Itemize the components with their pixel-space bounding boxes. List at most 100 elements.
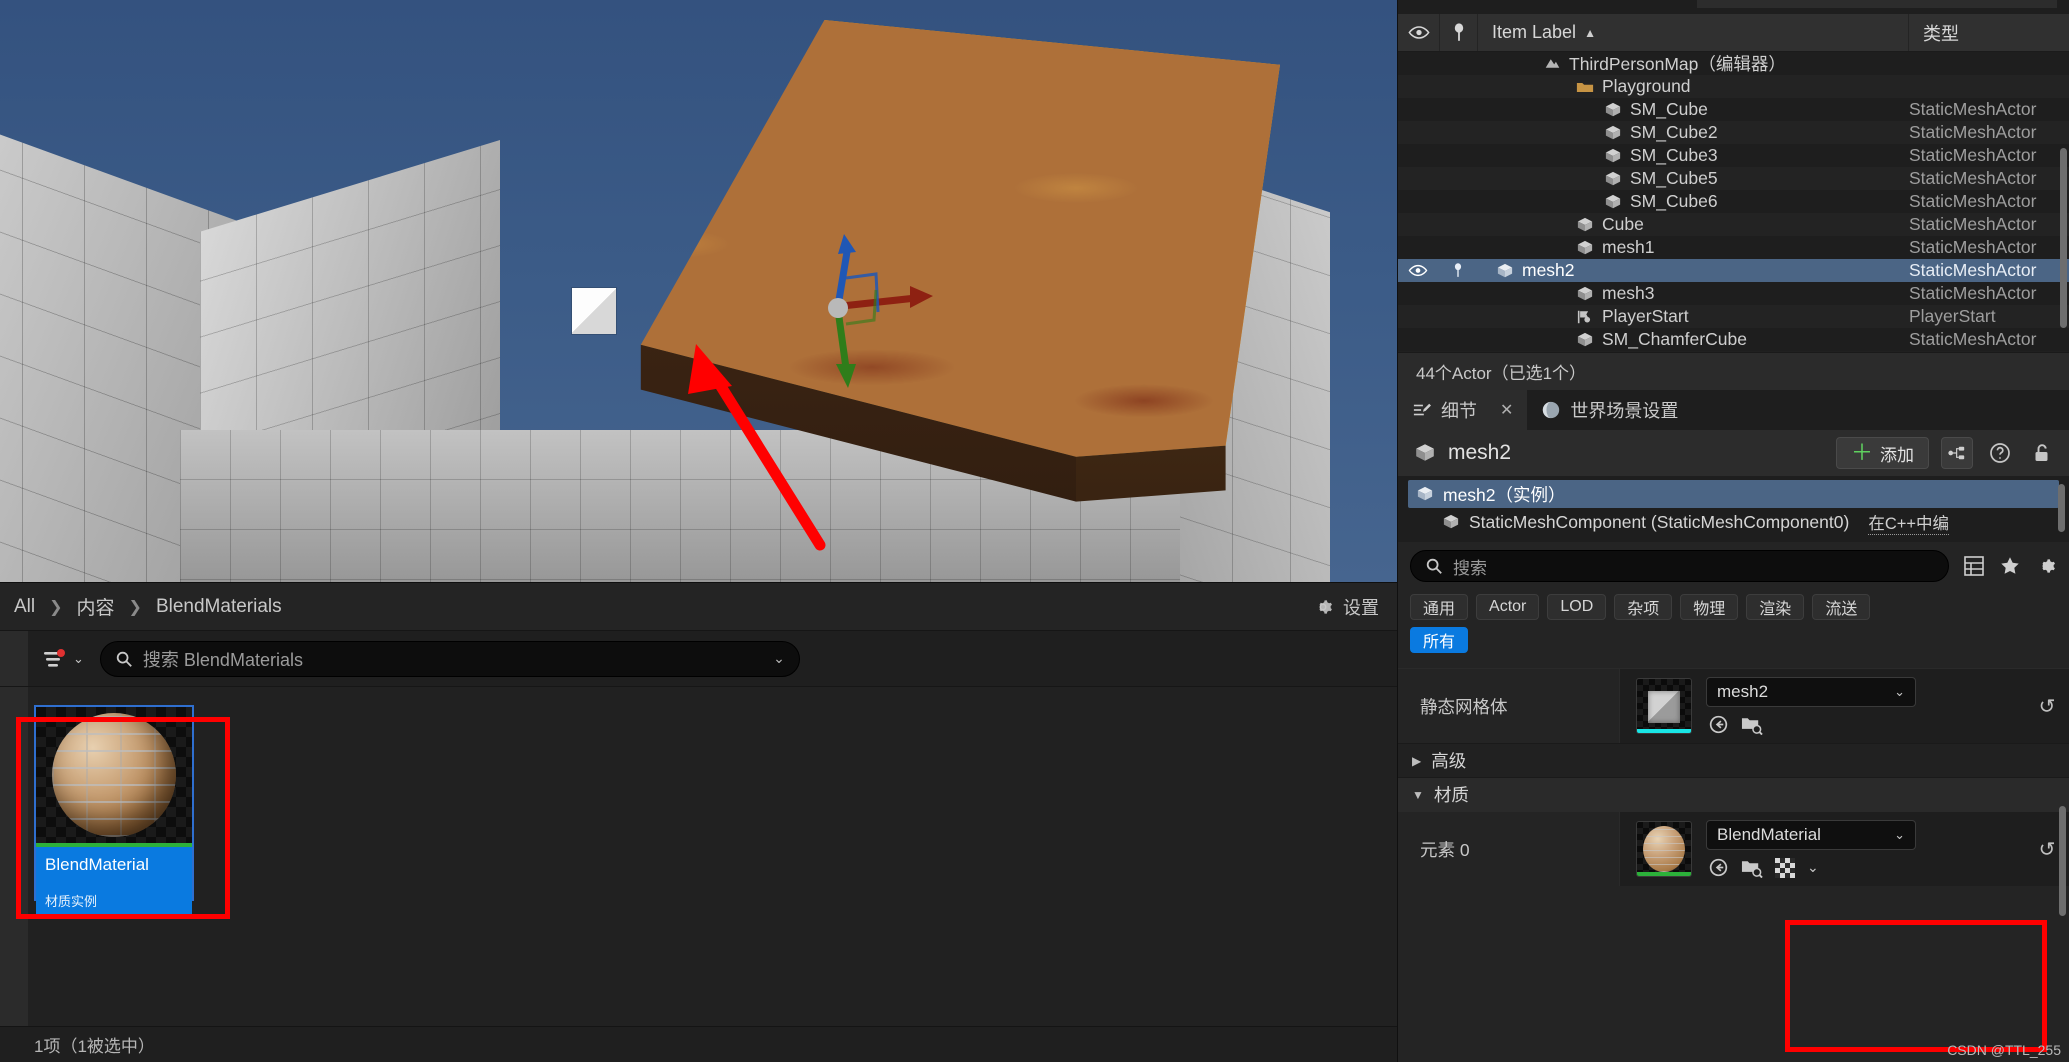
star-icon[interactable] — [1999, 555, 2021, 577]
details-search-input[interactable]: 搜索 — [1410, 550, 1949, 582]
outliner-row-mesh3[interactable]: mesh3 StaticMeshActor — [1398, 282, 2069, 305]
static-mesh-thumbnail[interactable] — [1636, 678, 1692, 734]
outliner-row-sm-chamfercube[interactable]: SM_ChamferCube StaticMeshActor — [1398, 328, 2069, 351]
row-label: SM_Cube3 — [1630, 145, 1718, 165]
filter-actor[interactable]: Actor — [1476, 594, 1540, 620]
component-row-label: mesh2（实例） — [1443, 484, 1566, 505]
outliner-row-sm-cube[interactable]: SM_Cube StaticMeshActor — [1398, 98, 2069, 121]
outliner-header-type[interactable]: 类型 — [1909, 14, 2069, 51]
tab-world-settings[interactable]: 世界场景设置 — [1527, 390, 1692, 430]
browse-icon[interactable] — [1708, 857, 1729, 878]
pin-icon[interactable] — [1440, 14, 1478, 51]
eye-icon[interactable] — [1398, 14, 1440, 51]
tab-details[interactable]: 细节 ✕ — [1398, 390, 1528, 430]
section-advanced[interactable]: ▶ 高级 — [1398, 743, 2069, 777]
blueprint-icon[interactable] — [1941, 437, 1973, 469]
asset-tile-blendmaterial[interactable]: BlendMaterial 材质实例 — [34, 705, 194, 918]
outliner-tab[interactable] — [1697, 0, 2057, 8]
material-asset-picker[interactable]: BlendMaterial ⌄ — [1706, 820, 1916, 850]
gear-icon[interactable] — [2035, 555, 2057, 577]
outliner-scrollbar[interactable] — [2060, 148, 2067, 328]
mesh-icon — [1442, 514, 1460, 530]
outliner-row-sm-cube6[interactable]: SM_Cube6 StaticMeshActor — [1398, 190, 2069, 213]
outliner-header-item-label[interactable]: Item Label ▲ — [1478, 14, 1909, 51]
breadcrumb-item-all[interactable]: All — [10, 596, 39, 618]
mesh-icon — [1414, 443, 1436, 463]
row-label: mesh3 — [1602, 283, 1655, 303]
details-component-tree[interactable]: mesh2（实例） StaticMeshComponent (StaticMes… — [1398, 476, 2069, 542]
find-in-browser-icon[interactable] — [1741, 715, 1763, 735]
unlock-icon[interactable] — [2027, 442, 2057, 464]
details-tab-bar: 细节 ✕ 世界场景设置 — [1398, 390, 2069, 430]
component-tree-scrollbar[interactable] — [2058, 484, 2065, 532]
filter-lod[interactable]: LOD — [1547, 594, 1607, 620]
static-mesh-icon-row — [1706, 714, 1916, 735]
row-type: StaticMeshActor — [1909, 122, 2037, 142]
outliner-row-sm-cube3[interactable]: SM_Cube3 StaticMeshActor — [1398, 144, 2069, 167]
breadcrumb-item-content[interactable]: 内容 — [73, 593, 119, 620]
section-materials[interactable]: ▼ 材质 — [1398, 777, 2069, 811]
thumbnail-status-bar — [1637, 729, 1691, 733]
property-value-static-mesh: mesh2 ⌄ — [1620, 669, 2025, 743]
close-icon[interactable]: ✕ — [1500, 400, 1513, 420]
component-row-label: StaticMeshComponent (StaticMeshComponent… — [1469, 511, 1850, 532]
level-viewport[interactable] — [0, 0, 1397, 582]
outliner-list[interactable]: ThirdPersonMap（编辑器） Playground SM_Cube S… — [1398, 52, 2069, 352]
filter-streaming[interactable]: 流送 — [1812, 594, 1871, 620]
checker-icon[interactable] — [1775, 857, 1795, 878]
browse-icon[interactable] — [1708, 714, 1729, 735]
details-object-name: mesh2 — [1448, 441, 1512, 464]
outliner-row-playerstart[interactable]: PlayerStart PlayerStart — [1398, 305, 2069, 328]
outliner-row-cube[interactable]: Cube StaticMeshActor — [1398, 213, 2069, 236]
find-in-browser-icon[interactable] — [1741, 858, 1763, 878]
outliner-row-thirdpersonmap[interactable]: ThirdPersonMap（编辑器） — [1398, 52, 2069, 75]
row-type: StaticMeshActor — [1909, 191, 2037, 211]
row-name: SM_Cube5 — [1478, 168, 1909, 189]
content-browser-asset-grid[interactable]: BlendMaterial 材质实例 — [0, 686, 1397, 1027]
filter-all[interactable]: 所有 — [1410, 627, 1469, 653]
chevron-down-icon[interactable]: ⌄ — [773, 650, 785, 667]
row-type: StaticMeshActor — [1909, 329, 2037, 349]
reset-to-default-button[interactable]: ↺ — [2025, 669, 2069, 743]
mesh-icon — [1576, 332, 1594, 348]
row-label: PlayerStart — [1602, 306, 1689, 326]
outliner-row-sm-cube2[interactable]: SM_Cube2 StaticMeshActor — [1398, 121, 2069, 144]
mesh-icon — [1576, 240, 1594, 256]
outliner-row-playground[interactable]: Playground — [1398, 75, 2069, 98]
outliner-row-mesh2[interactable]: mesh2 StaticMeshActor — [1398, 259, 2069, 282]
filter-button[interactable]: ⌄ — [42, 648, 84, 669]
content-browser-search-input[interactable]: 搜索 BlendMaterials ⌄ — [99, 640, 800, 677]
mesh-icon — [1576, 286, 1594, 302]
add-component-button[interactable]: ＋ 添加 — [1835, 437, 1929, 469]
static-mesh-value-column: mesh2 ⌄ — [1706, 677, 1916, 735]
pin-icon[interactable] — [1438, 262, 1478, 280]
filter-misc[interactable]: 杂项 — [1614, 594, 1673, 620]
content-browser-breadcrumb: All ❯ 内容 ❯ BlendMaterials 设置 — [0, 582, 1397, 630]
material-thumbnail[interactable] — [1636, 821, 1692, 877]
property-label-element-0: 元素 0 — [1398, 812, 1620, 886]
breadcrumb-item-blendmaterials[interactable]: BlendMaterials — [152, 596, 286, 618]
filter-physics[interactable]: 物理 — [1680, 594, 1739, 620]
chevron-down-icon: ▼ — [1412, 787, 1424, 802]
static-mesh-asset-picker[interactable]: mesh2 ⌄ — [1706, 677, 1916, 707]
details-search-row: 搜索 — [1398, 542, 2069, 590]
component-row-staticmeshcomponent[interactable]: StaticMeshComponent (StaticMeshComponent… — [1408, 508, 2059, 536]
row-label: SM_ChamferCube — [1602, 329, 1747, 349]
outliner-row-mesh1[interactable]: mesh1 StaticMeshActor — [1398, 236, 2069, 259]
filter-rendering[interactable]: 渲染 — [1746, 594, 1805, 620]
outliner-row-sm-cube5[interactable]: SM_Cube5 StaticMeshActor — [1398, 167, 2069, 190]
chevron-down-icon[interactable]: ⌄ — [1807, 859, 1819, 876]
eye-icon[interactable] — [1398, 264, 1438, 277]
row-type: StaticMeshActor — [1909, 99, 2037, 119]
details-scrollbar[interactable] — [2059, 806, 2066, 916]
outliner-row-sm-chamfercube2[interactable]: SM_ChamferCube2 StaticMeshActor — [1398, 351, 2069, 352]
edit-in-cpp-link[interactable]: 在C++中编 — [1868, 510, 1950, 535]
help-icon[interactable] — [1985, 441, 2015, 465]
outliner-tab-strip — [1398, 0, 2069, 14]
component-row-mesh2[interactable]: mesh2（实例） — [1408, 480, 2059, 508]
content-browser-settings-button[interactable]: 设置 — [1312, 583, 1379, 631]
filter-general[interactable]: 通用 — [1410, 594, 1469, 620]
grid-icon[interactable] — [1963, 555, 1985, 577]
row-label: Cube — [1602, 214, 1644, 234]
breadcrumb-separator-icon: ❯ — [128, 598, 142, 616]
